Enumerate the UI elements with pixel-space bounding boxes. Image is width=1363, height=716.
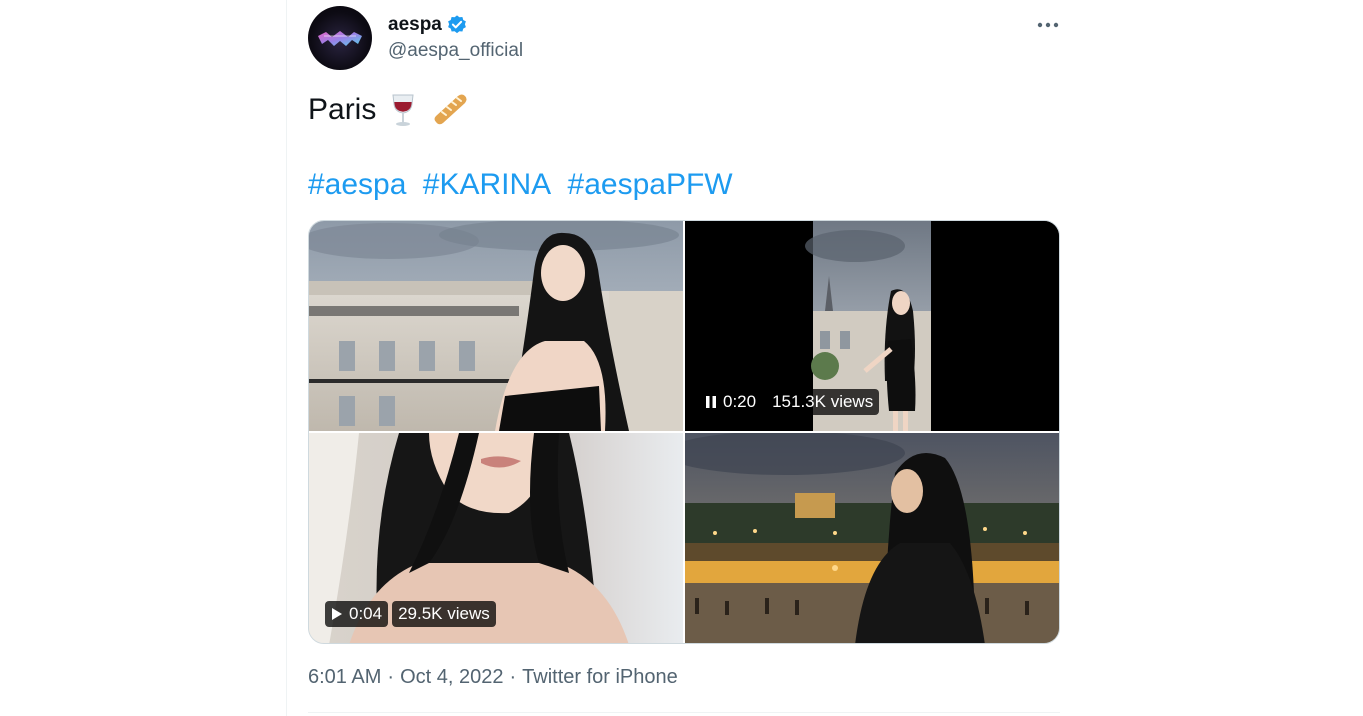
video-1-duration: 0:20 [723, 392, 757, 411]
handle[interactable]: @aespa_official [388, 40, 523, 62]
tweet-time[interactable]: 6:01 AM [308, 666, 381, 689]
tweet-date[interactable]: Oct 4, 2022 [400, 666, 503, 689]
meta-separator-1: · [387, 666, 395, 688]
avatar-logo-icon [318, 31, 362, 46]
media-video-1[interactable]: 0:20 151.3K views [685, 221, 1059, 431]
media-photo-2[interactable] [685, 433, 1059, 643]
play-icon[interactable] [331, 607, 343, 621]
tweet-text-content: Paris [308, 93, 377, 126]
tweet-meta: 6:01 AM · Oct 4, 2022 · Twitter for iPho… [308, 666, 678, 689]
verified-badge-icon [446, 14, 468, 36]
more-options-icon[interactable] [1034, 16, 1062, 34]
tweet-source[interactable]: Twitter for iPhone [522, 666, 678, 689]
hashtag-karina[interactable]: #KARINA [423, 168, 551, 201]
video-2-badge: 0:04 29.5K views [325, 601, 496, 627]
video-1-badge: 0:20 151.3K views [699, 389, 880, 415]
hashtag-aespa[interactable]: #aespa [308, 168, 406, 201]
pause-icon[interactable] [705, 395, 717, 409]
avatar[interactable] [308, 6, 372, 70]
hashtag-aespapfw[interactable]: #aespaPFW [568, 168, 733, 201]
timeline-border [286, 0, 287, 716]
video-1-duration-chip[interactable]: 0:20 [699, 389, 763, 415]
video-2-views: 29.5K views [392, 601, 496, 627]
video-1-views: 151.3K views [766, 389, 880, 415]
tweet: aespa @aespa_official Paris #aespa #KARI… [308, 0, 1060, 716]
video-2-duration-chip[interactable]: 0:04 [325, 601, 389, 627]
tweet-text: Paris [308, 90, 467, 130]
wine-glass-icon [386, 92, 420, 128]
hashtags: #aespa #KARINA #aespaPFW [308, 165, 741, 205]
tweet-header: aespa @aespa_official [308, 6, 1060, 70]
display-name[interactable]: aespa [388, 14, 442, 36]
video-2-duration: 0:04 [349, 604, 383, 623]
media-video-2[interactable]: 0:04 29.5K views [309, 433, 683, 643]
meta-separator-2: · [509, 666, 517, 688]
name-row: aespa [388, 14, 468, 36]
media-grid: 0:20 151.3K views 0:04 29.5K views [308, 220, 1060, 644]
baguette-icon [430, 92, 467, 128]
divider [308, 712, 1060, 713]
media-photo-1[interactable] [309, 221, 683, 431]
